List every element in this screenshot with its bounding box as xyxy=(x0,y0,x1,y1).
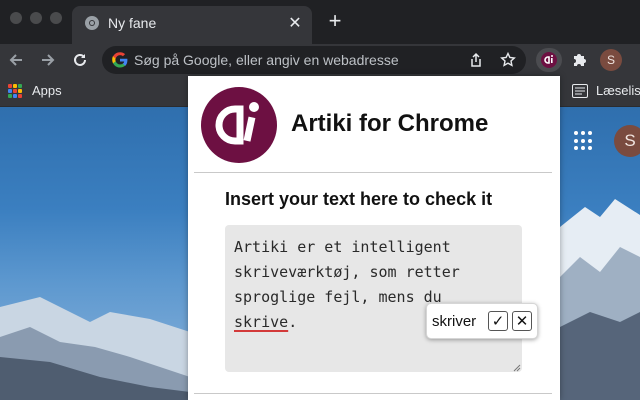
popup-title: Artiki for Chrome xyxy=(291,110,489,137)
window-minimize-dot[interactable] xyxy=(30,12,42,24)
resize-grip-icon[interactable] xyxy=(513,364,521,372)
accept-suggestion-button[interactable]: ✓ xyxy=(488,311,508,331)
forward-icon[interactable] xyxy=(36,48,60,72)
suggested-word: skriver xyxy=(432,313,477,330)
profile-avatar[interactable]: S xyxy=(600,49,622,71)
browser-toolbar: Søg på Google, eller angiv en webadresse… xyxy=(0,44,640,76)
text-input-area[interactable]: Artiki er et intelligent skriveværktøj, … xyxy=(225,225,522,372)
apps-grid-icon xyxy=(8,84,22,98)
divider xyxy=(194,393,552,394)
reject-suggestion-button[interactable]: ✕ xyxy=(512,311,532,331)
reading-list-button[interactable]: Læselis xyxy=(596,83,640,98)
chrome-icon xyxy=(85,16,99,30)
window-close-dot[interactable] xyxy=(10,12,22,24)
artiki-popup: Artiki for Chrome Insert your text here … xyxy=(188,76,560,400)
reading-list-icon xyxy=(572,84,588,98)
artiki-extension-icon[interactable] xyxy=(536,48,562,72)
reload-icon[interactable] xyxy=(68,48,92,72)
tab-title: Ny fane xyxy=(108,15,157,31)
tab-strip: Ny fane ✕ + xyxy=(0,0,640,44)
address-bar[interactable]: Søg på Google, eller angiv en webadresse xyxy=(102,46,526,74)
window-maximize-dot[interactable] xyxy=(50,12,62,24)
address-bar-placeholder: Søg på Google, eller angiv en webadresse xyxy=(134,52,399,68)
account-avatar[interactable]: S xyxy=(614,125,640,157)
instruction-heading: Insert your text here to check it xyxy=(225,189,493,209)
tab-active[interactable]: Ny fane ✕ xyxy=(72,6,312,44)
new-tab-icon[interactable]: + xyxy=(326,9,344,33)
artiki-logo xyxy=(201,87,277,163)
share-icon[interactable] xyxy=(466,50,486,70)
star-icon[interactable] xyxy=(498,50,518,70)
extensions-puzzle-icon[interactable] xyxy=(570,50,590,70)
google-icon xyxy=(112,52,128,68)
google-apps-icon[interactable] xyxy=(574,131,594,151)
text-content-end: . xyxy=(288,313,298,331)
tab-close-icon[interactable]: ✕ xyxy=(286,13,304,33)
text-content: Artiki er et intelligent skriveværktøj, … xyxy=(234,238,460,306)
correction-suggestion: skriver ✓ ✕ xyxy=(426,303,538,339)
flagged-word[interactable]: skrive xyxy=(234,313,288,331)
divider xyxy=(194,172,552,173)
back-icon[interactable] xyxy=(4,48,28,72)
apps-bookmark[interactable]: Apps xyxy=(32,83,62,98)
